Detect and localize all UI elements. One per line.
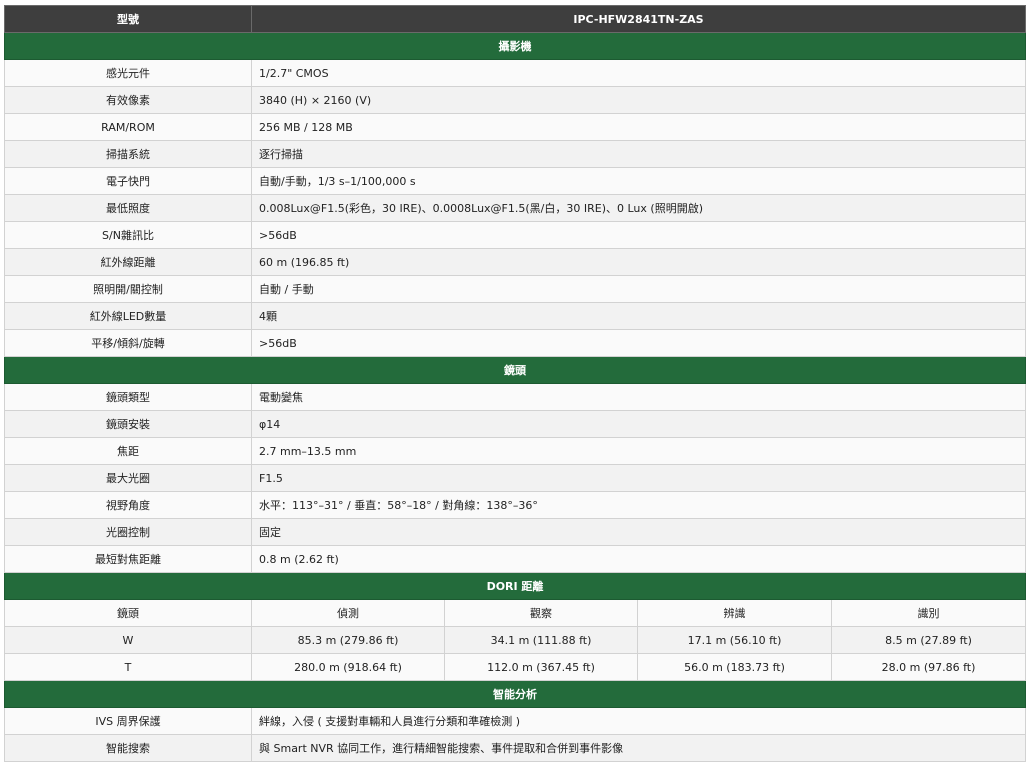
spec-value: 自動/手動，1/3 s–1/100,000 s (250, 167, 1027, 195)
spec-row: 智能搜索與 Smart NVR 協同工作，進行精細智能搜索、事件提取和合併到事件… (4, 734, 1027, 762)
spec-row: 視野角度 水平：113°–31° / 垂直：58°–18° / 對角線：138°–… (4, 491, 1027, 519)
spec-row: 紅外線距離 60 m (196.85 ft) (4, 248, 1027, 276)
spec-row: 感光元件 1/2.7" CMOS (4, 59, 1027, 87)
spec-row: S/N雜訊比 >56dB (4, 221, 1027, 249)
spec-label: 最低照度 (4, 194, 252, 222)
spec-row: 最低照度 0.008Lux@F1.5(彩色，30 IRE)、0.0008Lux@F… (4, 194, 1027, 222)
dori-cell: W (4, 626, 252, 654)
dori-cell: 280.0 m (918.64 ft) (251, 653, 445, 681)
dori-cell: 85.3 m (279.86 ft) (251, 626, 445, 654)
dori-header-row: 鏡頭 偵測 觀察 辨識 識別 (4, 599, 1027, 627)
spec-label: 電子快門 (4, 167, 252, 195)
spec-label: 紅外線距離 (4, 248, 252, 276)
spec-value: 逐行掃描 (250, 140, 1027, 168)
spec-label: 視野角度 (4, 491, 252, 519)
spec-row: IVS 周界保護 絆線，入侵 ( 支援對車輛和人員進行分類和準確檢測 ) (4, 707, 1027, 735)
spec-label: 鏡頭類型 (4, 383, 252, 411)
spec-label: 焦距 (4, 437, 252, 465)
dori-column-header: 辨識 (637, 599, 832, 627)
spec-label: 有效像素 (4, 86, 252, 114)
dori-row: T 280.0 m (918.64 ft) 112.0 m (367.45 ft… (4, 653, 1027, 681)
spec-row: 鏡頭安裝 φ14 (4, 410, 1027, 438)
spec-value: 與 Smart NVR 協同工作，進行精細智能搜索、事件提取和合併到事件影像 (250, 734, 1027, 762)
section-title: 鏡頭 (3, 356, 1027, 384)
dori-column-header: 觀察 (444, 599, 638, 627)
spec-row: 最短對焦距離 0.8 m (2.62 ft) (4, 545, 1027, 573)
spec-value: 256 MB / 128 MB (250, 113, 1027, 141)
dori-column-header: 鏡頭 (4, 599, 252, 627)
dori-cell: 34.1 m (111.88 ft) (444, 626, 638, 654)
section-analytics: 智能分析 (3, 680, 1027, 708)
spec-value: >56dB (250, 329, 1027, 357)
spec-label: 最短對焦距離 (4, 545, 252, 573)
section-title: DORI 距離 (3, 572, 1027, 600)
spec-row: 電子快門 自動/手動，1/3 s–1/100,000 s (4, 167, 1027, 195)
spec-row: 焦距 2.7 mm–13.5 mm (4, 437, 1027, 465)
spec-value: 1/2.7" CMOS (250, 59, 1027, 87)
dori-row: W 85.3 m (279.86 ft) 34.1 m (111.88 ft) … (4, 626, 1027, 654)
dori-column-header: 識別 (830, 599, 1027, 627)
spec-value: 自動 / 手動 (250, 275, 1027, 303)
section-dori: DORI 距離 (3, 572, 1027, 600)
spec-row: 光圈控制 固定 (4, 518, 1027, 546)
spec-value: 絆線，入侵 ( 支援對車輛和人員進行分類和準確檢測 ) (250, 707, 1027, 735)
spec-label: 感光元件 (4, 59, 252, 87)
spec-value: 0.8 m (2.62 ft) (250, 545, 1027, 573)
spec-value: >56dB (250, 221, 1027, 249)
spec-label: 智能搜索 (4, 734, 252, 762)
spec-value: 2.7 mm–13.5 mm (250, 437, 1027, 465)
spec-label: 鏡頭安裝 (4, 410, 252, 438)
model-label: 型號 (4, 5, 252, 33)
spec-label: 照明開/關控制 (4, 275, 252, 303)
section-title: 智能分析 (3, 680, 1027, 708)
spec-label: 最大光圈 (4, 464, 252, 492)
spec-value: 電動變焦 (250, 383, 1027, 411)
dori-cell: 56.0 m (183.73 ft) (637, 653, 832, 681)
dori-cell: 112.0 m (367.45 ft) (444, 653, 638, 681)
dori-cell: 28.0 m (97.86 ft) (830, 653, 1027, 681)
spec-table: 型號 IPC-HFW2841TN-ZAS 攝影機 感光元件 1/2.7" CMOS… (3, 5, 1027, 762)
spec-label: 紅外線LED數量 (4, 302, 252, 330)
spec-value: 4顆 (250, 302, 1027, 330)
spec-row: 照明開/關控制 自動 / 手動 (4, 275, 1027, 303)
spec-row: RAM/ROM 256 MB / 128 MB (4, 113, 1027, 141)
spec-value: 60 m (196.85 ft) (250, 248, 1027, 276)
spec-row: 有效像素 3840 (H) × 2160 (V) (4, 86, 1027, 114)
model-value: IPC-HFW2841TN-ZAS (250, 5, 1027, 33)
dori-cell: 17.1 m (56.10 ft) (637, 626, 832, 654)
dori-column-header: 偵測 (251, 599, 445, 627)
spec-value: 3840 (H) × 2160 (V) (250, 86, 1027, 114)
section-camera: 攝影機 (3, 32, 1027, 60)
section-lens: 鏡頭 (3, 356, 1027, 384)
spec-label: S/N雜訊比 (4, 221, 252, 249)
spec-label: RAM/ROM (4, 113, 252, 141)
spec-row: 最大光圈 F1.5 (4, 464, 1027, 492)
spec-row: 掃描系統 逐行掃描 (4, 140, 1027, 168)
spec-label: 光圈控制 (4, 518, 252, 546)
dori-cell: T (4, 653, 252, 681)
spec-value: φ14 (250, 410, 1027, 438)
section-title: 攝影機 (3, 32, 1027, 60)
spec-label: IVS 周界保護 (4, 707, 252, 735)
spec-label: 掃描系統 (4, 140, 252, 168)
spec-value: F1.5 (250, 464, 1027, 492)
spec-row: 平移/傾斜/旋轉 >56dB (4, 329, 1027, 357)
spec-row: 鏡頭類型 電動變焦 (4, 383, 1027, 411)
spec-value: 水平：113°–31° / 垂直：58°–18° / 對角線：138°–36° (250, 491, 1027, 519)
spec-row: 紅外線LED數量 4顆 (4, 302, 1027, 330)
header-row: 型號 IPC-HFW2841TN-ZAS (4, 5, 1027, 33)
spec-value: 0.008Lux@F1.5(彩色，30 IRE)、0.0008Lux@F1.5(… (250, 194, 1027, 222)
spec-label: 平移/傾斜/旋轉 (4, 329, 252, 357)
spec-value: 固定 (250, 518, 1027, 546)
dori-cell: 8.5 m (27.89 ft) (830, 626, 1027, 654)
